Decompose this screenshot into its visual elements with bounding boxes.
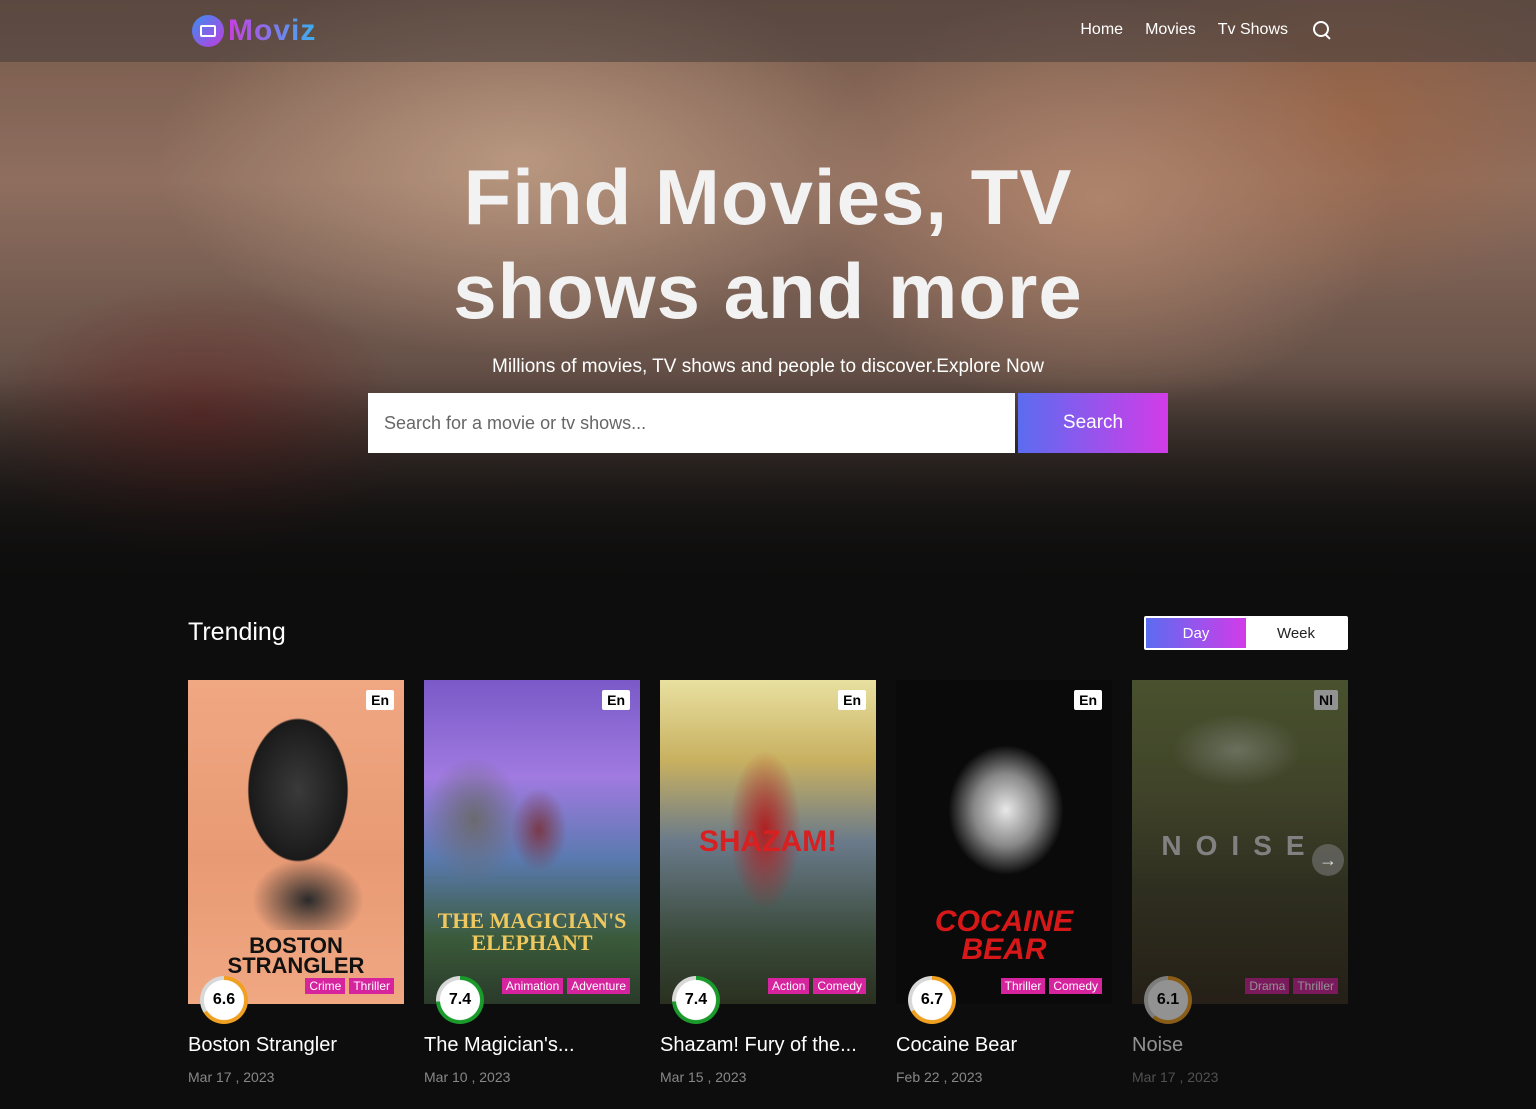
poster-image[interactable]: SHAZAM! En Action Comedy	[660, 680, 876, 1004]
rating-badge: 6.7	[908, 976, 956, 1024]
movie-card[interactable]: BOSTON STRANGLER En Crime Thriller 6.6 B…	[188, 680, 404, 1085]
top-header: Moviz Home Movies Tv Shows	[0, 0, 1536, 62]
trending-title: Trending	[188, 618, 286, 646]
nav-tv-shows[interactable]: Tv Shows	[1218, 21, 1288, 39]
trending-carousel: BOSTON STRANGLER En Crime Thriller 6.6 B…	[188, 680, 1348, 1100]
genre-tag: Thriller	[349, 978, 394, 994]
release-date: Feb 22 , 2023	[896, 1069, 983, 1085]
logo-icon	[192, 15, 224, 47]
language-badge: En	[838, 690, 866, 710]
genre-tag: Comedy	[1049, 978, 1102, 994]
release-date: Mar 17 , 2023	[188, 1069, 275, 1085]
hero-title: Find Movies, TV shows and more	[0, 150, 1536, 338]
search-button[interactable]: Search	[1018, 393, 1168, 453]
toggle-day[interactable]: Day	[1146, 618, 1246, 648]
page: Moviz Home Movies Tv Shows Find Movies, …	[0, 0, 1536, 1109]
genre-tag: Action	[767, 978, 810, 994]
nav-home[interactable]: Home	[1080, 21, 1123, 39]
genre-tag: Adventure	[567, 978, 630, 994]
language-badge: En	[366, 690, 394, 710]
movie-card[interactable]: SHAZAM! En Action Comedy 7.4 Shazam! Fur…	[660, 680, 876, 1085]
rating-value: 6.6	[212, 991, 236, 1008]
rating-badge: 7.4	[672, 976, 720, 1024]
rating-value: 6.1	[1156, 991, 1180, 1008]
genre-tag: Crime	[305, 978, 346, 994]
hero-title-line-2: shows and more	[453, 247, 1083, 335]
logo-text: Moviz	[228, 14, 317, 47]
genre-tags: Thriller Comedy	[1000, 978, 1102, 994]
genre-tag: Thriller	[1000, 978, 1046, 994]
carousel-next-arrow-icon[interactable]: →	[1312, 844, 1344, 876]
search-input[interactable]	[368, 393, 1015, 453]
poster-image[interactable]: NOISE Nl Drama Thriller	[1132, 680, 1348, 1004]
release-date: Mar 17 , 2023	[1132, 1069, 1219, 1085]
rating-badge: 7.4	[436, 976, 484, 1024]
movie-card[interactable]: THE MAGICIAN'S ELEPHANT En Animation Adv…	[424, 680, 640, 1085]
main-nav: Home Movies Tv Shows	[1080, 20, 1332, 40]
search-icon[interactable]	[1312, 20, 1332, 40]
movie-card[interactable]: COCAINE BEAR En Thriller Comedy 6.7 Coca…	[896, 680, 1112, 1085]
genre-tag: Drama	[1245, 978, 1290, 994]
rating-badge: 6.1	[1144, 976, 1192, 1024]
genre-tag: Thriller	[1293, 978, 1338, 994]
movie-title[interactable]: Cocaine Bear	[896, 1034, 1112, 1057]
poster-title-text: THE MAGICIAN'S ELEPHANT	[437, 908, 627, 955]
language-badge: En	[1074, 690, 1102, 710]
hero-content: Find Movies, TV shows and more Millions …	[0, 150, 1536, 378]
language-badge: En	[602, 690, 630, 710]
genre-tags: Drama Thriller	[1245, 978, 1338, 994]
language-badge: Nl	[1314, 690, 1338, 710]
genre-tags: Animation Adventure	[501, 978, 630, 994]
movie-title[interactable]: Shazam! Fury of the...	[660, 1034, 876, 1057]
genre-tag: Comedy	[813, 978, 866, 994]
poster-image[interactable]: COCAINE BEAR En Thriller Comedy	[896, 680, 1112, 1004]
movie-title[interactable]: Boston Strangler	[188, 1034, 404, 1057]
poster-title-text: SHAZAM!	[698, 825, 838, 858]
rating-value: 6.7	[920, 991, 944, 1008]
poster-title-text: COCAINE BEAR	[934, 905, 1074, 966]
hero-subtitle: Millions of movies, TV shows and people …	[492, 356, 1044, 377]
hero-search: Search	[368, 393, 1168, 453]
release-date: Mar 15 , 2023	[660, 1069, 747, 1085]
rating-value: 7.4	[684, 991, 708, 1008]
movie-title[interactable]: The Magician's...	[424, 1034, 640, 1057]
release-date: Mar 10 , 2023	[424, 1069, 511, 1085]
poster-image[interactable]: BOSTON STRANGLER En Crime Thriller	[188, 680, 404, 1004]
movie-title[interactable]: Noise	[1132, 1034, 1348, 1057]
rating-badge: 6.6	[200, 976, 248, 1024]
toggle-week[interactable]: Week	[1246, 618, 1346, 648]
genre-tag: Animation	[501, 978, 564, 994]
logo[interactable]: Moviz	[192, 14, 316, 48]
hero-title-line-1: Find Movies, TV	[463, 153, 1073, 241]
nav-movies[interactable]: Movies	[1145, 21, 1196, 39]
movie-card[interactable]: NOISE Nl Drama Thriller 6.1 Noise Mar 17…	[1132, 680, 1348, 1085]
poster-title-text: BOSTON STRANGLER	[227, 933, 365, 978]
genre-tags: Action Comedy	[767, 978, 866, 994]
poster-image[interactable]: THE MAGICIAN'S ELEPHANT En Animation Adv…	[424, 680, 640, 1004]
day-week-toggle: Day Week	[1144, 616, 1348, 650]
genre-tags: Crime Thriller	[305, 978, 394, 994]
rating-value: 7.4	[448, 991, 472, 1008]
